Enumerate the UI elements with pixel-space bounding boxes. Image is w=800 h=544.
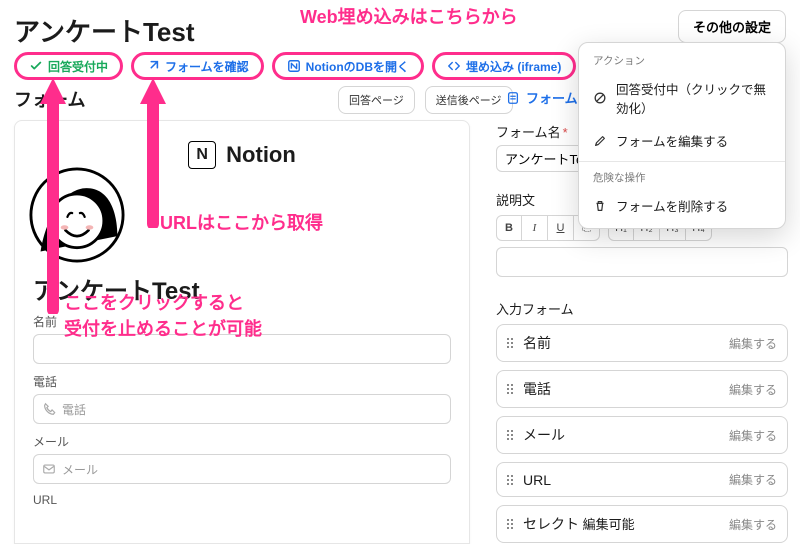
drag-handle-icon[interactable]: [507, 384, 513, 394]
fmt-underline[interactable]: U: [548, 215, 574, 241]
pencil-icon: [593, 134, 607, 148]
form-avatar: [29, 167, 125, 263]
phone-icon: [42, 402, 56, 416]
preview-tabs: 回答ページ 送信後ページ: [338, 86, 513, 114]
field-item[interactable]: メール編集する: [496, 416, 788, 454]
preview-form-label: フォームを確認: [165, 58, 249, 75]
field-item-name: メール: [523, 425, 719, 445]
menu-cap-actions: アクション: [579, 49, 785, 72]
description-input[interactable]: [496, 247, 788, 277]
disable-icon: [593, 91, 607, 105]
form-icon: [506, 91, 520, 105]
field-list: 名前編集する電話編集するメール編集するURL編集するセレクト 編集可能編集する自…: [496, 324, 788, 544]
preview-tel-input[interactable]: 電話: [33, 394, 451, 424]
field-item[interactable]: 電話編集する: [496, 370, 788, 408]
notion-logo-icon: N: [188, 141, 216, 169]
preview-form-pill[interactable]: フォームを確認: [131, 52, 264, 80]
tab-form-label: フォーム: [526, 88, 578, 107]
drag-handle-icon[interactable]: [507, 430, 513, 440]
fmt-italic[interactable]: I: [522, 215, 548, 241]
preview-field-name: 名前: [33, 313, 451, 364]
field-edit-link[interactable]: 編集する: [729, 335, 777, 352]
menu-edit-label: フォームを編集する: [616, 131, 728, 150]
fieldlist-label: 入力フォーム: [496, 299, 788, 318]
preview-name-input[interactable]: [33, 334, 451, 364]
preview-field-url: URL: [33, 493, 451, 511]
preview-tel-placeholder: 電話: [62, 401, 86, 418]
embed-iframe-label: 埋め込み (iframe): [466, 58, 561, 75]
drag-handle-icon[interactable]: [507, 338, 513, 348]
field-item[interactable]: URL 編集する: [496, 462, 788, 497]
field-item-name: セレクト 編集可能: [523, 514, 719, 534]
status-pill[interactable]: 回答受付中: [14, 52, 123, 80]
field-edit-link[interactable]: 編集する: [729, 427, 777, 444]
code-icon: [447, 59, 461, 73]
trash-icon: [593, 199, 607, 213]
preview-name-label: 名前: [33, 313, 451, 330]
form-preview: N Notion アンケートTest 名前 電話 電話 メール メール U: [14, 120, 470, 544]
embed-iframe-pill[interactable]: 埋め込み (iframe): [432, 52, 576, 80]
field-item[interactable]: セレクト 編集可能編集する: [496, 505, 788, 543]
check-icon: [29, 59, 43, 73]
menu-accepting-label: 回答受付中（クリックで無効化）: [616, 79, 771, 117]
fmt-bold[interactable]: B: [496, 215, 522, 241]
anno-web-embed: Web埋め込みはこちらから: [300, 4, 518, 30]
menu-delete-form[interactable]: フォームを削除する: [579, 189, 785, 222]
drag-handle-icon[interactable]: [507, 475, 513, 485]
menu-cap-danger: 危険な操作: [579, 166, 785, 189]
field-item-name: URL: [523, 472, 719, 488]
menu-separator: [579, 161, 785, 162]
section-subhead: フォーム: [14, 90, 85, 110]
menu-edit-form[interactable]: フォームを編集する: [579, 124, 785, 157]
tab-answer-page[interactable]: 回答ページ: [338, 86, 415, 114]
brand-name: Notion: [226, 142, 296, 168]
preview-form-title: アンケートTest: [33, 271, 200, 306]
tab-form[interactable]: フォーム: [506, 88, 578, 107]
preview-mail-input[interactable]: メール: [33, 454, 451, 484]
field-item[interactable]: 名前編集する: [496, 324, 788, 362]
preview-mail-placeholder: メール: [62, 461, 98, 478]
preview-tel-label: 電話: [33, 373, 451, 390]
other-settings-button[interactable]: その他の設定: [678, 10, 786, 43]
external-link-icon: [146, 59, 160, 73]
field-edit-link[interactable]: 編集する: [729, 516, 777, 533]
field-edit-link[interactable]: 編集する: [729, 381, 777, 398]
action-pill-row: 回答受付中 フォームを確認 NotionのDBを開く 埋め込み (iframe): [14, 52, 576, 80]
open-notion-db-label: NotionのDBを開く: [306, 58, 409, 75]
drag-handle-icon[interactable]: [507, 519, 513, 529]
field-item-name: 電話: [523, 379, 719, 399]
settings-dropdown: アクション 回答受付中（クリックで無効化） フォームを編集する 危険な操作 フォ…: [578, 42, 786, 229]
field-edit-link[interactable]: 編集する: [729, 471, 777, 488]
preview-mail-label: メール: [33, 433, 451, 450]
preview-field-tel: 電話 電話: [33, 373, 451, 424]
status-pill-label: 回答受付中: [48, 58, 108, 75]
mail-icon: [42, 462, 56, 476]
preview-url-label: URL: [33, 493, 451, 507]
tab-after-send-page[interactable]: 送信後ページ: [425, 86, 513, 114]
brand-block: N Notion: [15, 141, 469, 169]
page-title: アンケートTest: [14, 12, 195, 49]
open-notion-db-pill[interactable]: NotionのDBを開く: [272, 52, 424, 80]
preview-field-mail: メール メール: [33, 433, 451, 484]
field-item-name: 名前: [523, 333, 719, 353]
notion-icon: [287, 59, 301, 73]
menu-delete-label: フォームを削除する: [616, 196, 728, 215]
right-tabs: フォーム: [506, 88, 578, 107]
menu-accepting[interactable]: 回答受付中（クリックで無効化）: [579, 72, 785, 124]
